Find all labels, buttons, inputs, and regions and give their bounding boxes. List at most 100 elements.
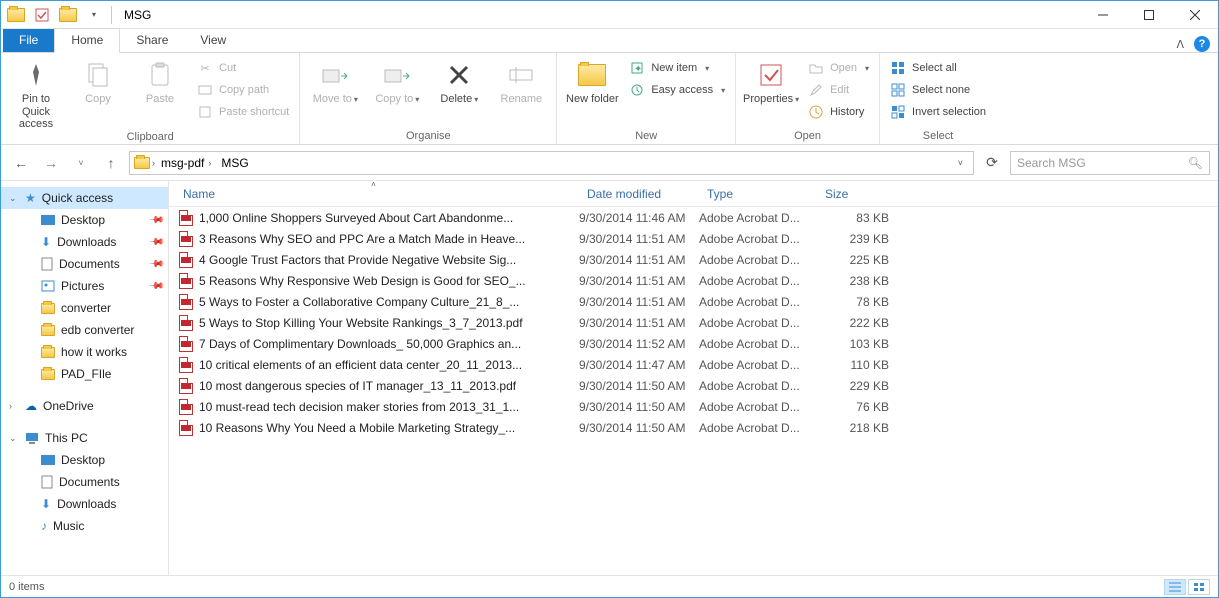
minimize-button[interactable] [1080,1,1126,29]
help-icon[interactable]: ? [1194,36,1210,52]
file-type-cell: Adobe Acrobat D... [699,274,817,288]
column-name[interactable]: ˄Name [169,181,579,206]
nav-quick-access[interactable]: ⌄★Quick access [1,187,168,209]
file-type-cell: Adobe Acrobat D... [699,400,817,414]
search-box[interactable]: 🔍︎ [1010,151,1210,175]
tab-share[interactable]: Share [120,29,184,52]
forward-button[interactable]: → [39,151,63,175]
details-view-button[interactable] [1164,579,1186,595]
pin-icon: 📌 [147,256,164,273]
column-size[interactable]: Size [817,181,895,206]
nav-this-pc[interactable]: ⌄This PC [1,427,168,449]
nav-edb-converter[interactable]: edb converter [1,319,168,341]
file-size-cell: 229 KB [817,379,895,393]
qat-customize-icon[interactable]: ▾ [83,4,105,26]
file-row[interactable]: 10 critical elements of an efficient dat… [169,354,1218,375]
pdf-icon [179,399,193,415]
nav-documents2[interactable]: Documents [1,471,168,493]
column-type[interactable]: Type [699,181,817,206]
qat-newfolder-icon[interactable] [57,4,79,26]
app-icon[interactable] [5,4,27,26]
paste-button[interactable]: Paste [131,55,189,106]
titlebar: ▾ MSG [1,1,1218,29]
file-rows[interactable]: 1,000 Online Shoppers Surveyed About Car… [169,207,1218,575]
select-all-button[interactable]: Select all [886,57,990,79]
copy-to-button[interactable]: Copy to▾ [368,55,426,106]
nav-onedrive[interactable]: ›☁OneDrive [1,395,168,417]
invert-selection-button[interactable]: Invert selection [886,101,990,123]
file-row[interactable]: 1,000 Online Shoppers Surveyed About Car… [169,207,1218,228]
file-size-cell: 110 KB [817,358,895,372]
copy-button[interactable]: Copy [69,55,127,106]
dropdown-icon[interactable]: ˅ [958,158,963,168]
file-type-cell: Adobe Acrobat D... [699,316,817,330]
new-folder-button[interactable]: New folder [563,55,621,106]
nav-how-it-works[interactable]: how it works [1,341,168,363]
tab-view[interactable]: View [184,29,242,52]
column-date[interactable]: Date modified [579,181,699,206]
rename-button[interactable]: Rename [492,55,550,106]
qat-properties-icon[interactable] [31,4,53,26]
file-name-cell: 10 Reasons Why You Need a Mobile Marketi… [169,420,579,436]
downloads-icon: ⬇ [41,235,51,249]
close-button[interactable] [1172,1,1218,29]
address-bar[interactable]: › msg-pdf › MSG ˅ [129,151,974,175]
ribbon-group-organise: Move to▾ Copy to▾ Delete▾ Rename Organis… [300,53,557,144]
open-button[interactable]: Open▾ [804,57,873,79]
nav-music[interactable]: ♪Music [1,515,168,537]
new-item-button[interactable]: ✦New item▾ [625,57,729,79]
nav-desktop[interactable]: Desktop📌 [1,209,168,231]
file-row[interactable]: 5 Ways to Foster a Collaborative Company… [169,291,1218,312]
file-row[interactable]: 4 Google Trust Factors that Provide Nega… [169,249,1218,270]
file-name-cell: 10 most dangerous species of IT manager_… [169,378,579,394]
large-icons-view-button[interactable] [1188,579,1210,595]
minimize-ribbon-icon[interactable]: ᐱ [1176,38,1184,51]
nav-desktop2[interactable]: Desktop [1,449,168,471]
nav-downloads2[interactable]: ⬇Downloads [1,493,168,515]
status-bar: 0 items [1,575,1218,597]
file-date-cell: 9/30/2014 11:51 AM [579,295,699,309]
delete-button[interactable]: Delete▾ [430,55,488,106]
pin-to-quick-access-button[interactable]: Pin to Quick access [7,55,65,131]
file-row[interactable]: 10 must-read tech decision maker stories… [169,396,1218,417]
recent-locations-button[interactable]: ˅ [69,151,93,175]
history-button[interactable]: History [804,101,873,123]
search-input[interactable] [1017,156,1188,170]
window-title: MSG [118,8,151,22]
file-size-cell: 76 KB [817,400,895,414]
nav-pad-file[interactable]: PAD_FIle [1,363,168,385]
pdf-icon [179,294,193,310]
maximize-button[interactable] [1126,1,1172,29]
search-icon[interactable]: 🔍︎ [1188,156,1203,170]
tab-home[interactable]: Home [54,28,120,53]
breadcrumb-0[interactable]: msg-pdf › [157,156,215,170]
breadcrumb-1[interactable]: MSG [217,156,252,170]
move-to-button[interactable]: Move to▾ [306,55,364,106]
nav-downloads[interactable]: ⬇Downloads📌 [1,231,168,253]
properties-button[interactable]: Properties▾ [742,55,800,106]
file-row[interactable]: 5 Ways to Stop Killing Your Website Rank… [169,312,1218,333]
navigation-pane[interactable]: ⌄★Quick access Desktop📌 ⬇Downloads📌 Docu… [1,181,169,575]
select-none-button[interactable]: Select none [886,79,990,101]
chevron-right-icon[interactable]: › [152,158,155,168]
nav-converter[interactable]: converter [1,297,168,319]
file-date-cell: 9/30/2014 11:50 AM [579,400,699,414]
easy-access-button[interactable]: Easy access▾ [625,79,729,101]
pdf-icon [179,378,193,394]
file-row[interactable]: 5 Reasons Why Responsive Web Design is G… [169,270,1218,291]
cut-button[interactable]: ✂Cut [193,57,293,79]
nav-pictures[interactable]: Pictures📌 [1,275,168,297]
edit-button[interactable]: Edit [804,79,873,101]
copy-path-button[interactable]: Copy path [193,79,293,101]
paste-shortcut-button[interactable]: Paste shortcut [193,101,293,123]
file-row[interactable]: 10 Reasons Why You Need a Mobile Marketi… [169,417,1218,438]
back-button[interactable]: ← [9,151,33,175]
refresh-button[interactable]: ⟳ [980,151,1004,175]
up-button[interactable]: ↑ [99,151,123,175]
tab-file[interactable]: File [3,29,54,52]
file-row[interactable]: 10 most dangerous species of IT manager_… [169,375,1218,396]
nav-documents[interactable]: Documents📌 [1,253,168,275]
file-size-cell: 225 KB [817,253,895,267]
file-row[interactable]: 3 Reasons Why SEO and PPC Are a Match Ma… [169,228,1218,249]
file-row[interactable]: 7 Days of Complimentary Downloads_ 50,00… [169,333,1218,354]
